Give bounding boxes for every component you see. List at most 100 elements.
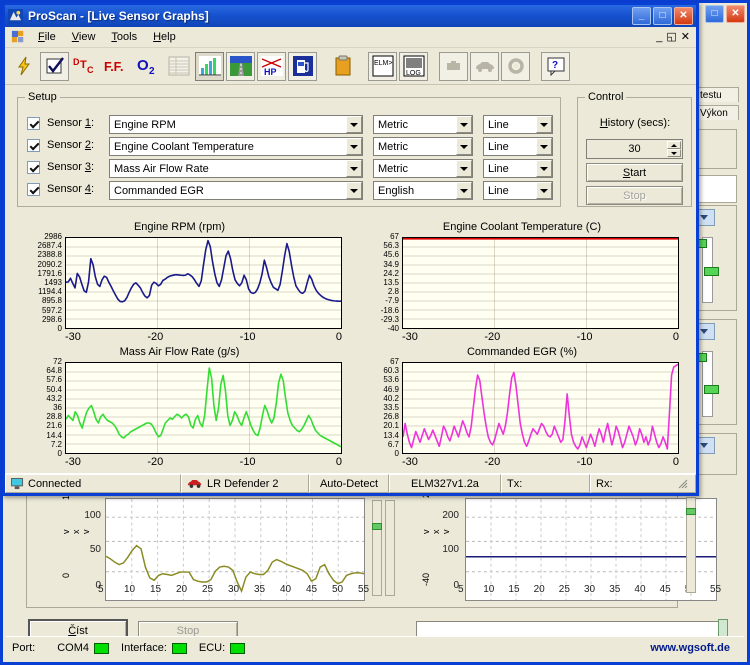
bg-right-xticks: 510152025303540455055: [465, 584, 717, 600]
style-1-select[interactable]: Line: [483, 115, 553, 134]
sensor-1-checkbox[interactable]: [27, 117, 40, 130]
sensor-1-select[interactable]: Engine RPM: [109, 115, 363, 134]
status-rx-label: Rx:: [596, 478, 613, 490]
proscan-title-text: ProScan - [Live Sensor Graphs]: [28, 9, 209, 23]
menu-item-file[interactable]: File: [30, 29, 64, 45]
mdi-restore-button[interactable]: ◱: [666, 32, 676, 43]
sensor-2-select[interactable]: Engine Coolant Temperature: [109, 137, 363, 156]
chevron-down-icon[interactable]: [346, 138, 362, 155]
chevron-down-icon[interactable]: [536, 182, 552, 199]
bg-close-button[interactable]: ✕: [726, 5, 745, 23]
clipboard-report-icon[interactable]: [328, 52, 357, 81]
history-spin-up[interactable]: [667, 141, 681, 149]
stop-button[interactable]: Stop: [586, 186, 683, 205]
bg-slider-1-thumb[interactable]: [704, 267, 719, 276]
horsepower-icon[interactable]: HP: [257, 52, 286, 81]
plot-engine-rpm: [65, 237, 342, 329]
readiness-test-icon[interactable]: [40, 52, 69, 81]
bg-slider-2-thumb[interactable]: [704, 385, 719, 394]
mdi-minimize-button[interactable]: _: [656, 32, 662, 43]
minimize-button[interactable]: _: [632, 7, 651, 25]
dtc-text-icon: D T C: [73, 56, 99, 76]
style-3-value: Line: [488, 163, 509, 175]
history-spin-down[interactable]: [667, 149, 681, 157]
history-spinner[interactable]: 30: [586, 139, 683, 159]
sensor-3-select[interactable]: Mass Air Flow Rate: [109, 159, 363, 178]
bg-left-track-2[interactable]: [385, 500, 395, 596]
style-3-select[interactable]: Line: [483, 159, 553, 178]
chevron-down-icon[interactable]: [536, 116, 552, 133]
bg-tab-testu[interactable]: testu: [695, 87, 739, 102]
proscan-window-buttons: _ □ ✕: [632, 7, 696, 25]
bg-right-track-thumb[interactable]: [686, 508, 696, 515]
menu-item-tools[interactable]: Tools: [103, 29, 145, 45]
xtick: 0: [336, 456, 342, 468]
style-2-select[interactable]: Line: [483, 137, 553, 156]
chevron-down-icon[interactable]: [536, 160, 552, 177]
menu-item-view[interactable]: View: [64, 29, 104, 45]
engine-icon[interactable]: [439, 52, 468, 81]
style-4-select[interactable]: Line: [483, 181, 553, 200]
units-3-select[interactable]: Metric: [373, 159, 473, 178]
start-button[interactable]: Start: [586, 163, 683, 182]
sensor-2-label: Sensor 2:: [47, 139, 94, 151]
fuel-economy-icon[interactable]: [288, 52, 317, 81]
ytick: 60.3: [383, 367, 399, 374]
chevron-down-icon[interactable]: [456, 160, 472, 177]
car-icon: [187, 478, 203, 489]
history-label-text: istory (secs):: [608, 117, 670, 129]
bg-left-track-thumb[interactable]: [372, 523, 382, 530]
bg-xtick: 40: [634, 584, 645, 595]
gear-icon[interactable]: [501, 52, 530, 81]
quick-scan-icon[interactable]: [9, 52, 38, 81]
units-2-select[interactable]: Metric: [373, 137, 473, 156]
ytick: 67: [390, 233, 399, 240]
chevron-down-icon[interactable]: [536, 138, 552, 155]
ytick: -29.3: [381, 316, 399, 323]
chevron-down-icon[interactable]: [346, 182, 362, 199]
units-4-select[interactable]: English: [373, 181, 473, 200]
dtc-icon[interactable]: D T C: [71, 52, 100, 81]
mdi-close-button[interactable]: ✕: [681, 32, 690, 43]
vehicle-icon[interactable]: [470, 52, 499, 81]
graph-engine-rpm: Engine RPM (rpm)29862687.42388.82090.217…: [17, 221, 357, 341]
chevron-down-icon[interactable]: [346, 116, 362, 133]
chevron-down-icon[interactable]: [456, 116, 472, 133]
xtick: -20: [147, 331, 163, 343]
chevron-down-icon[interactable]: [346, 160, 362, 177]
ytick: 43.2: [46, 395, 62, 402]
help-icon[interactable]: ?: [541, 52, 570, 81]
chevron-down-icon[interactable]: [456, 182, 472, 199]
svg-text:HP: HP: [264, 67, 277, 76]
bg-tab-vykon[interactable]: Výkon: [695, 105, 739, 120]
units-1-select[interactable]: Metric: [373, 115, 473, 134]
history-spin-buttons[interactable]: [667, 141, 681, 157]
o2-sensor-icon[interactable]: O 2: [133, 52, 162, 81]
ytick: 2687.4: [38, 242, 62, 249]
xtick: -20: [484, 331, 500, 343]
bg-right-track[interactable]: [686, 497, 696, 593]
freeze-frame-icon[interactable]: F.F.: [102, 52, 131, 81]
sensor-3-label: Sensor 3:: [47, 161, 94, 173]
sensor-3-checkbox[interactable]: [27, 161, 40, 174]
sensor-2-checkbox[interactable]: [27, 139, 40, 152]
road-test-icon[interactable]: [226, 52, 255, 81]
website-label[interactable]: www.wgsoft.de: [650, 642, 744, 654]
log-icon[interactable]: LOG: [399, 52, 428, 81]
menu-item-help[interactable]: Help: [145, 29, 184, 45]
live-data-table-icon[interactable]: [164, 52, 193, 81]
resize-grip[interactable]: [672, 476, 690, 491]
bg-left-track[interactable]: [372, 500, 382, 596]
live-sensor-graphs-icon[interactable]: [195, 52, 224, 81]
mdi-document-icon[interactable]: [11, 30, 25, 44]
port-led-icon: [94, 643, 109, 654]
proscan-title-bar[interactable]: ProScan - [Live Sensor Graphs] _ □ ✕: [5, 5, 696, 27]
chevron-down-icon[interactable]: [456, 138, 472, 155]
bg-maximize-button[interactable]: □: [705, 5, 724, 23]
sensor-4-select[interactable]: Commanded EGR: [109, 181, 363, 200]
maximize-button[interactable]: □: [653, 7, 672, 25]
elm-terminal-icon[interactable]: ELM>: [368, 52, 397, 81]
sensor-4-checkbox[interactable]: [27, 183, 40, 196]
close-button[interactable]: ✕: [674, 7, 693, 25]
ytick: 895.8: [42, 297, 62, 304]
